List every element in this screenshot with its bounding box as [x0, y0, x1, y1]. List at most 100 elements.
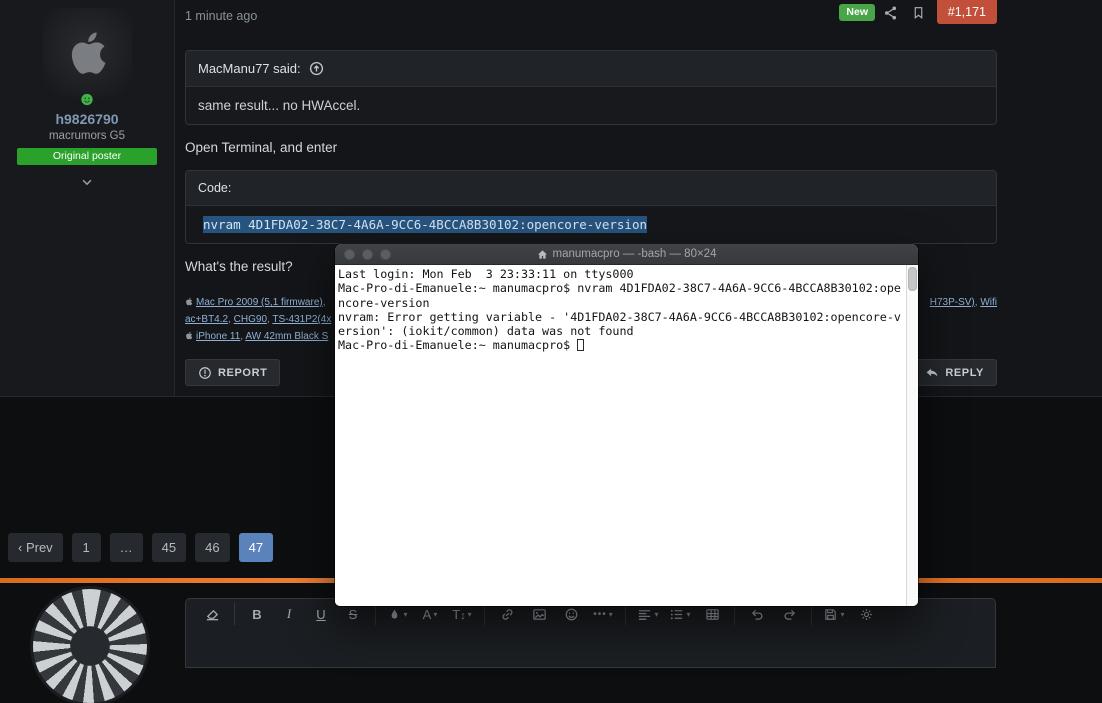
editor-remove-format-button[interactable] — [200, 603, 224, 625]
signature-link[interactable]: H73P-SV) — [930, 297, 975, 308]
editor-list-button[interactable]: ▾ — [668, 603, 692, 625]
editor-redo-button[interactable] — [777, 603, 801, 625]
post-number-link[interactable]: #1,171 — [937, 0, 997, 24]
pagination-page-46-button[interactable]: 46 — [195, 533, 229, 562]
bookmark-icon — [912, 5, 925, 21]
dropdown-caret-icon: ▾ — [433, 610, 437, 619]
signature-text: , — [323, 297, 326, 308]
original-poster-badge: Original poster — [17, 148, 157, 165]
chevron-down-icon — [79, 175, 95, 189]
pagination-page-47-button[interactable]: 47 — [239, 533, 273, 562]
code-block: Code: nvram 4D1FDA02-38C7-4A6A-9CC6-4BCC… — [185, 170, 997, 244]
bookmark-button[interactable] — [912, 5, 925, 24]
expand-user-info-button[interactable] — [79, 175, 95, 192]
editor-settings-button[interactable] — [854, 603, 878, 625]
report-icon — [198, 366, 212, 380]
toolbar-group — [190, 603, 235, 625]
report-button-label: REPORT — [218, 367, 267, 379]
minimize-window-button[interactable] — [362, 249, 373, 260]
apple-logo-icon — [67, 28, 109, 78]
page-navigation: ‹ Prev 1 … 45 46 47 — [8, 533, 273, 562]
new-badge[interactable]: New — [839, 4, 875, 21]
terminal-line: Last login: Mon Feb 3 23:33:11 on ttys00… — [338, 267, 906, 281]
terminal-line: Mac-Pro-di-Emanuele:~ manumacpro$ — [338, 338, 906, 352]
editor-undo-button[interactable] — [745, 603, 769, 625]
share-button[interactable] — [883, 5, 898, 24]
post-paragraph: Open Terminal, and enter — [185, 140, 337, 155]
scrollbar-thumb[interactable] — [908, 267, 917, 291]
dropdown-caret-icon: ▾ — [840, 610, 844, 619]
go-to-quoted-post-button[interactable] — [309, 61, 324, 76]
code-block-header: Code: — [186, 171, 996, 206]
reply-button[interactable]: REPLY — [912, 359, 997, 386]
close-window-button[interactable] — [344, 249, 355, 260]
editor-strike-button[interactable]: S — [341, 603, 365, 625]
terminal-window[interactable]: manumacpro — -bash — 80×24 Last login: M… — [335, 244, 918, 606]
signature-link[interactable]: AW 42mm Black S — [245, 331, 328, 342]
toolbar-group — [735, 603, 812, 625]
toolbar-group: BIUS — [235, 603, 376, 625]
signature-link[interactable]: iPhone 11 — [196, 331, 240, 342]
share-icon — [883, 5, 898, 21]
terminal-line: ncore-version — [338, 296, 906, 310]
editor-align-button[interactable]: ▾ — [636, 603, 660, 625]
terminal-line: ersion': (iokit/common) data was not fou… — [338, 324, 906, 338]
pagination-page-1-button[interactable]: 1 — [72, 533, 101, 562]
online-status-icon — [81, 93, 94, 106]
toolbar-group: •••▾ — [485, 603, 626, 625]
post-timestamp[interactable]: 1 minute ago — [185, 9, 257, 23]
dropdown-caret-icon: ▾ — [654, 610, 658, 619]
terminal-window-title: manumacpro — -bash — 80×24 — [553, 248, 717, 260]
home-folder-icon — [537, 249, 548, 260]
signature-link[interactable]: ac+BT4.2 — [185, 314, 228, 325]
editor-link-button[interactable] — [495, 603, 519, 625]
arrow-up-circle-icon — [309, 61, 324, 76]
quote-attribution: MacManu77 said: — [198, 61, 301, 76]
terminal-line: nvram: Error getting variable - '4D1FDA0… — [338, 310, 906, 324]
editor-table-button[interactable] — [700, 603, 724, 625]
author-username[interactable]: h9826790 — [0, 111, 174, 127]
toolbar-group: ▾▾ — [626, 603, 735, 625]
editor-font-size-button[interactable]: T↕▾ — [450, 603, 474, 625]
toolbar-group: ▾ — [812, 603, 888, 625]
dropdown-caret-icon: ▾ — [686, 610, 690, 619]
quote-header: MacManu77 said: — [186, 51, 996, 87]
report-button[interactable]: REPORT — [185, 359, 280, 386]
reply-button-label: REPLY — [945, 367, 984, 379]
terminal-line: Mac-Pro-di-Emanuele:~ manumacpro$ nvram … — [338, 281, 906, 295]
dropdown-caret-icon: ▾ — [403, 610, 407, 619]
code-block-body: nvram 4D1FDA02-38C7-4A6A-9CC6-4BCCA8B301… — [186, 206, 996, 243]
terminal-output[interactable]: Last login: Mon Feb 3 23:33:11 on ttys00… — [335, 265, 906, 606]
editor-smilie-button[interactable] — [559, 603, 583, 625]
editor-font-family-button[interactable]: A▾ — [418, 603, 442, 625]
terminal-cursor — [577, 339, 584, 351]
signature-link[interactable]: Mac Pro 2009 (5,1 firmware) — [196, 297, 323, 308]
signature-link[interactable]: Wifi — [980, 297, 997, 308]
reply-editor: BIUS▾A▾T↕▾•••▾▾▾▾ — [185, 598, 996, 668]
apple-icon — [185, 330, 193, 346]
post-paragraph: What's the result? — [185, 259, 293, 274]
post-author-sidebar: h9826790 macrumors G5 Original poster — [0, 0, 175, 396]
pagination-ellipsis-button[interactable]: … — [110, 533, 143, 562]
editor-underline-button[interactable]: U — [309, 603, 333, 625]
editor-more-options-button[interactable]: •••▾ — [591, 603, 615, 625]
editor-italic-button[interactable]: I — [277, 603, 301, 625]
terminal-titlebar[interactable]: manumacpro — -bash — 80×24 — [335, 244, 918, 265]
pagination-page-45-button[interactable]: 45 — [152, 533, 186, 562]
author-avatar[interactable] — [43, 8, 132, 97]
editor-bold-button[interactable]: B — [245, 603, 269, 625]
author-user-title: macrumors G5 — [0, 130, 174, 142]
editor-text-color-button[interactable]: ▾ — [386, 603, 410, 625]
zoom-window-button[interactable] — [380, 249, 391, 260]
quote-body: same result... no HWAccel. — [186, 87, 996, 124]
dropdown-caret-icon: ▾ — [609, 610, 613, 619]
terminal-scrollbar[interactable] — [906, 265, 918, 606]
signature-link[interactable]: CHG90 — [234, 314, 267, 325]
quote-block: MacManu77 said: same result... no HWAcce… — [185, 50, 997, 125]
signature-link[interactable]: TS-431P2(4x — [272, 314, 331, 325]
editor-image-button[interactable] — [527, 603, 551, 625]
next-post-avatar[interactable] — [33, 589, 147, 703]
reply-arrow-icon — [925, 366, 939, 380]
editor-drafts-button[interactable]: ▾ — [822, 603, 846, 625]
pagination-prev-button[interactable]: ‹ Prev — [8, 533, 63, 562]
